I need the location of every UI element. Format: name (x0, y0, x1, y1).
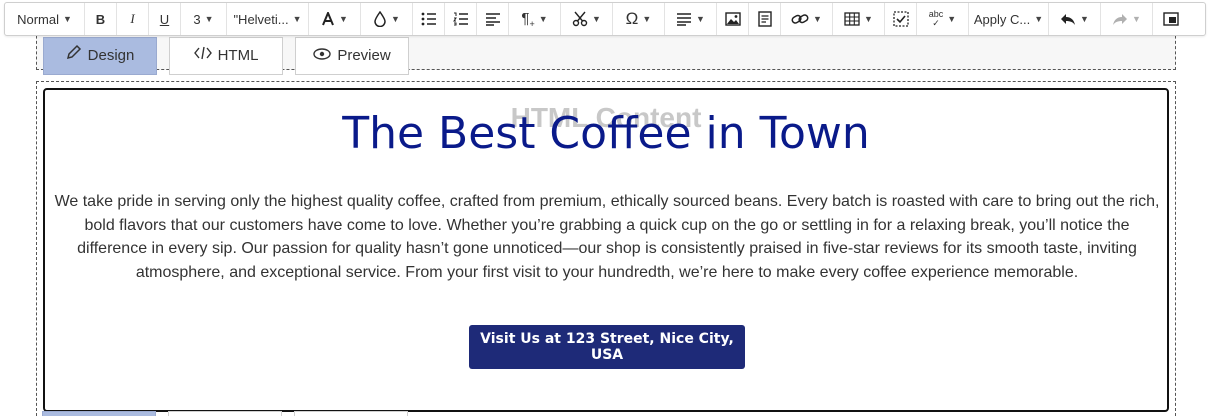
font-family-label: "Helveti... (233, 11, 289, 27)
chevron-down-icon: ▼ (592, 14, 601, 24)
chevron-down-icon: ▼ (696, 14, 705, 24)
editor-toolbar: Normal ▼ B I U 3 ▼ "Helveti... ▼ ▼ ▼ ¶+ … (4, 2, 1206, 36)
table-icon (844, 12, 860, 26)
background-color-icon (373, 11, 387, 27)
bottom-tab-html[interactable] (168, 411, 282, 416)
document-icon (757, 11, 772, 27)
align-icon (485, 12, 501, 26)
tab-html[interactable]: HTML (169, 37, 283, 75)
link-icon (791, 12, 809, 26)
image-icon (724, 12, 741, 26)
insert-link-dropdown[interactable]: ▼ (781, 3, 833, 35)
bottom-tab-design[interactable] (42, 411, 156, 416)
font-color-icon (321, 12, 335, 26)
html-content-region: HTML Content The Best Coffee in Town We … (36, 81, 1176, 416)
chevron-down-icon: ▼ (813, 14, 822, 24)
page-headline[interactable]: The Best Coffee in Town (45, 108, 1167, 159)
tab-preview[interactable]: Preview (295, 37, 409, 75)
tab-html-label: HTML (217, 47, 259, 64)
chevron-down-icon: ▼ (947, 14, 957, 24)
chevron-down-icon: ▼ (204, 14, 214, 24)
spellcheck-dropdown[interactable]: abc ✓ ▼ (917, 3, 969, 35)
numbered-list-button[interactable] (445, 3, 477, 35)
spellcheck-icon: abc ✓ (928, 9, 944, 28)
checklist-button[interactable] (885, 3, 917, 35)
undo-icon (1060, 12, 1076, 26)
pencil-icon (66, 44, 82, 64)
block-style-dropdown[interactable]: ▼ (665, 3, 717, 35)
code-icon (193, 46, 212, 64)
paragraph-style-icon: ¶+ (521, 9, 535, 29)
block-style-icon (676, 12, 692, 26)
italic-button[interactable]: I (117, 3, 149, 35)
redo-icon (1112, 12, 1128, 26)
bottom-tab-preview[interactable] (294, 411, 408, 416)
undo-dropdown[interactable]: ▼ (1049, 3, 1101, 35)
insert-document-button[interactable] (749, 3, 781, 35)
special-char-icon: Ω (625, 9, 639, 28)
tab-design-label: Design (87, 47, 135, 64)
body-paragraph[interactable]: We take pride in serving only the highes… (53, 190, 1161, 284)
chevron-down-icon: ▼ (642, 14, 652, 24)
bulleted-list-button[interactable] (413, 3, 445, 35)
background-color-dropdown[interactable]: ▼ (361, 3, 413, 35)
align-button[interactable] (477, 3, 509, 35)
bold-button[interactable]: B (85, 3, 117, 35)
font-size-dropdown[interactable]: 3 ▼ (181, 3, 227, 35)
font-family-dropdown[interactable]: "Helveti... ▼ (227, 3, 309, 35)
paragraph-format-dropdown[interactable]: Normal ▼ (5, 3, 85, 35)
underline-icon: U (159, 11, 170, 27)
chevron-down-icon: ▼ (864, 14, 873, 24)
cut-icon (572, 11, 588, 27)
italic-icon: I (130, 11, 135, 26)
font-color-dropdown[interactable]: ▼ (309, 3, 361, 35)
eye-icon (313, 47, 332, 64)
redo-dropdown[interactable]: ▼ (1101, 3, 1153, 35)
underline-button[interactable]: U (149, 3, 181, 35)
apply-class-label: Apply C... (973, 11, 1031, 27)
insert-image-button[interactable] (717, 3, 749, 35)
font-size-label: 3 (193, 11, 201, 27)
chevron-down-icon: ▼ (1132, 14, 1141, 24)
chevron-down-icon: ▼ (62, 14, 72, 24)
fullscreen-button[interactable] (1153, 3, 1189, 35)
apply-class-dropdown[interactable]: Apply C... ▼ (969, 3, 1049, 35)
bulleted-list-icon (421, 12, 437, 26)
visit-us-button[interactable]: Visit Us at 123 Street, Nice City, USA (469, 325, 745, 369)
chevron-down-icon: ▼ (391, 14, 400, 24)
insert-table-dropdown[interactable]: ▼ (833, 3, 885, 35)
chevron-down-icon: ▼ (1034, 14, 1044, 24)
tab-preview-label: Preview (337, 47, 391, 64)
chevron-down-icon: ▼ (292, 14, 302, 24)
fullscreen-icon (1163, 12, 1179, 26)
numbered-list-icon (452, 12, 469, 26)
chevron-down-icon: ▼ (538, 14, 548, 24)
checklist-icon (892, 11, 909, 27)
paragraph-style-dropdown[interactable]: ¶+ ▼ (509, 3, 561, 35)
special-char-dropdown[interactable]: Ω ▼ (613, 3, 665, 35)
paragraph-format-label: Normal (17, 11, 59, 27)
cut-dropdown[interactable]: ▼ (561, 3, 613, 35)
chevron-down-icon: ▼ (339, 14, 348, 24)
tab-design[interactable]: Design (43, 37, 157, 75)
html-content-editor[interactable]: HTML Content The Best Coffee in Town We … (43, 88, 1169, 412)
chevron-down-icon: ▼ (1080, 14, 1089, 24)
bold-icon: B (95, 11, 106, 27)
